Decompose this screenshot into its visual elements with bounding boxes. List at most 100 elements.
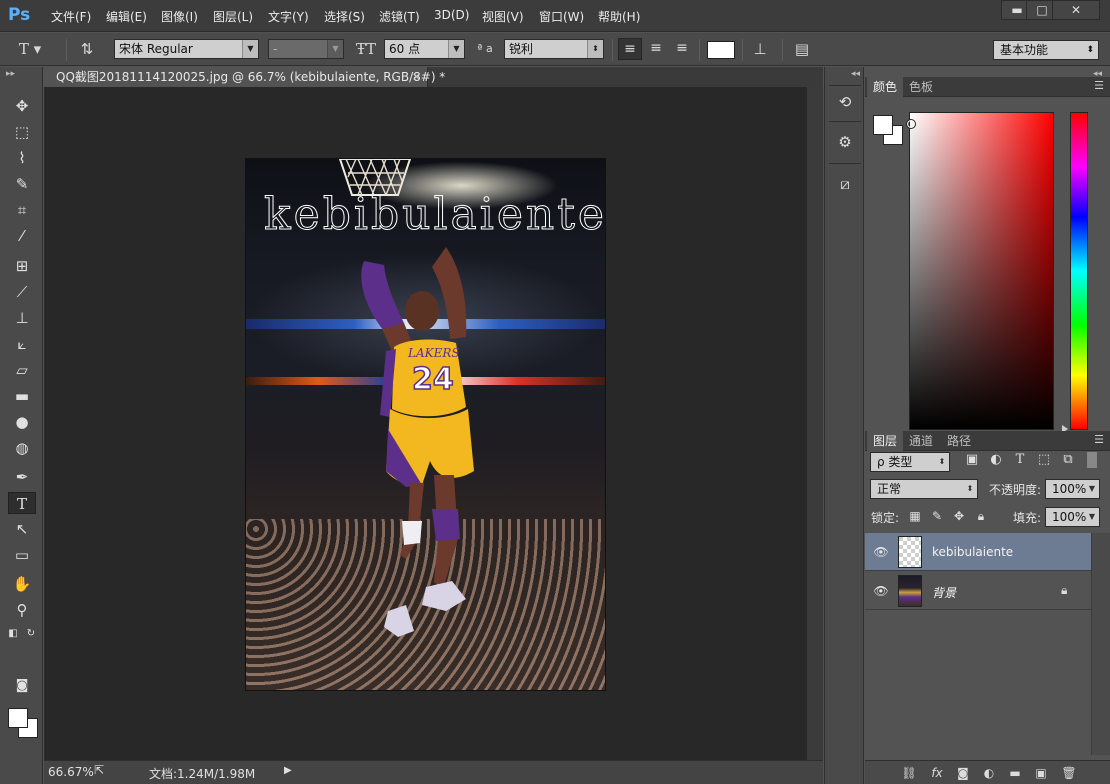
document-image[interactable]: 24 LAKERS kebibulaiente [245,158,606,691]
close-icon[interactable]: × [412,67,421,87]
foreground-color-swatch[interactable] [873,115,893,135]
align-left-button[interactable]: ≡ [618,38,642,60]
align-right-button[interactable]: ≡ [670,38,694,60]
pen-tool-icon[interactable]: ✒ [8,466,36,488]
vertical-scrollbar[interactable] [807,87,823,760]
image-filter-icon[interactable]: ▣ [963,451,981,469]
character-panel-icon[interactable]: ▤ [791,39,813,59]
layers-scrollbar[interactable] [1091,533,1110,755]
default-colors-icon[interactable]: ◧ [6,623,20,645]
swap-colors-icon[interactable]: ↻ [24,623,38,645]
adjustment-filter-icon[interactable]: ◐ [987,451,1005,469]
menu-edit[interactable]: 编辑(E) [106,8,147,25]
quick-select-tool-icon[interactable]: ✎ [8,173,36,195]
type-tool-icon[interactable]: T [8,492,36,514]
menu-layer[interactable]: 图层(L) [213,8,253,25]
new-group-icon[interactable]: ▬ [1006,764,1024,782]
foreground-color-swatch[interactable] [8,708,28,728]
eyedropper-tool-icon[interactable]: ⁄ [8,225,36,247]
tab-channels[interactable]: 通道 [903,431,939,451]
collapse-icon[interactable]: ▸▸ [6,69,15,79]
panel-menu-icon[interactable]: ☰ [1094,433,1104,446]
tab-paths[interactable]: 路径 [941,431,977,451]
workspace-select[interactable]: 基本功能 ⬍ [993,40,1099,60]
text-layer-kebibulaiente[interactable]: kebibulaiente [264,189,605,241]
menu-filter[interactable]: 滤镜(T) [379,8,420,25]
quick-mask-icon[interactable]: ◙ [8,675,36,697]
gradient-tool-icon[interactable]: ▬ [8,385,36,407]
lock-all-icon[interactable]: 🔒︎ [973,508,989,524]
filter-toggle[interactable] [1087,452,1097,468]
properties-panel-icon[interactable]: ⚙ [833,131,857,153]
trash-icon[interactable]: 🗑︎ [1060,764,1078,782]
menu-file[interactable]: 文件(F) [51,8,91,25]
menu-3d[interactable]: 3D(D) [434,8,469,22]
dodge-tool-icon[interactable]: ◍ [8,437,36,459]
smart-object-filter-icon[interactable]: ⧉ [1059,451,1077,469]
link-layers-icon[interactable]: ⛓ [900,764,918,782]
zoom-tool-icon[interactable]: ⚲ [8,599,36,621]
marquee-tool-icon[interactable]: ⬚ [8,121,36,143]
layer-row[interactable]: 👁︎ kebibulaiente [865,533,1091,571]
share-icon[interactable]: ⇱ [94,763,104,777]
healing-brush-tool-icon[interactable]: ⊞ [8,255,36,277]
history-panel-icon[interactable]: ⟲ [833,91,857,113]
menu-window[interactable]: 窗口(W) [539,8,584,25]
type-filter-icon[interactable]: T [1011,451,1029,469]
layer-filter-select[interactable]: ρ 类型 ⬍ [870,452,950,472]
clone-stamp-tool-icon[interactable]: ⊥ [8,307,36,329]
lock-transparent-pixels-icon[interactable]: ▦ [907,508,923,524]
blend-mode-select[interactable]: 正常 ⬍ [870,479,978,499]
font-style-select[interactable]: - ▼ [268,39,344,59]
play-arrow-icon[interactable]: ▶ [284,765,292,776]
fx-icon[interactable]: fx [928,764,946,782]
lock-image-pixels-icon[interactable]: ✎ [929,508,945,524]
brush-tool-icon[interactable]: ⟋ [8,281,36,303]
shape-filter-icon[interactable]: ⬚ [1035,451,1053,469]
lasso-tool-icon[interactable]: ⌇ [8,147,36,169]
text-color-swatch[interactable] [707,41,735,59]
path-selection-tool-icon[interactable]: ↖ [8,518,36,540]
eye-icon[interactable]: 👁︎ [873,544,889,560]
align-center-button[interactable]: ≡ [644,38,668,60]
new-layer-icon[interactable]: ▣ [1032,764,1050,782]
adjustment-layer-icon[interactable]: ◐ [980,764,998,782]
font-size-select[interactable]: 60 点 ▼ [384,39,465,59]
hue-slider[interactable] [1070,112,1088,430]
menu-select[interactable]: 选择(S) [324,8,365,25]
warp-text-icon[interactable]: ⊥ [749,39,771,59]
close-window-button[interactable]: ✕ [1052,0,1100,20]
zoom-level[interactable]: 66.67% [48,765,94,779]
toggle-orientation-icon[interactable]: ⇅ [74,39,100,59]
collapse-icon[interactable]: ◂◂ [851,69,860,79]
layer-row[interactable]: 👁︎ 背景 🔒︎ [865,572,1091,610]
blur-tool-icon[interactable]: ● [8,411,36,433]
canvas-area[interactable]: 24 LAKERS kebibulaiente [44,87,807,760]
add-mask-icon[interactable]: ◙ [954,764,972,782]
antialias-select[interactable]: 锐利 ⬍ [504,39,604,59]
fill-input[interactable]: 100% ▼ [1045,507,1100,527]
tab-swatches[interactable]: 色板 [903,77,939,97]
opacity-input[interactable]: 100% ▼ [1045,479,1100,499]
hand-tool-icon[interactable]: ✋ [8,573,36,595]
menu-type[interactable]: 文字(Y) [268,8,309,25]
transform-panel-icon[interactable]: ⧄ [833,173,857,195]
menu-help[interactable]: 帮助(H) [598,8,640,25]
menu-image[interactable]: 图像(I) [161,8,198,25]
color-picker-marker[interactable] [906,119,916,129]
eye-icon[interactable]: 👁︎ [873,583,889,599]
type-tool-preset-picker[interactable]: T ▾ [10,39,50,59]
rectangle-tool-icon[interactable]: ▭ [8,544,36,566]
document-tab[interactable]: QQ截图20181114120025.jpg @ 66.7% (kebibula… [44,67,445,87]
crop-tool-icon[interactable]: ⌗ [8,199,36,221]
move-tool-icon[interactable]: ✥ [8,95,36,117]
lock-position-icon[interactable]: ✥ [951,508,967,524]
tab-color[interactable]: 颜色 [867,77,904,97]
menu-view[interactable]: 视图(V) [482,8,524,25]
tab-layers[interactable]: 图层 [867,431,904,451]
history-brush-tool-icon[interactable]: ⟀ [8,333,36,355]
panel-menu-icon[interactable]: ☰ [1094,79,1104,92]
eraser-tool-icon[interactable]: ▱ [8,359,36,381]
color-field[interactable] [906,112,1054,430]
font-family-select[interactable]: 宋体 Regular ▼ [114,39,259,59]
